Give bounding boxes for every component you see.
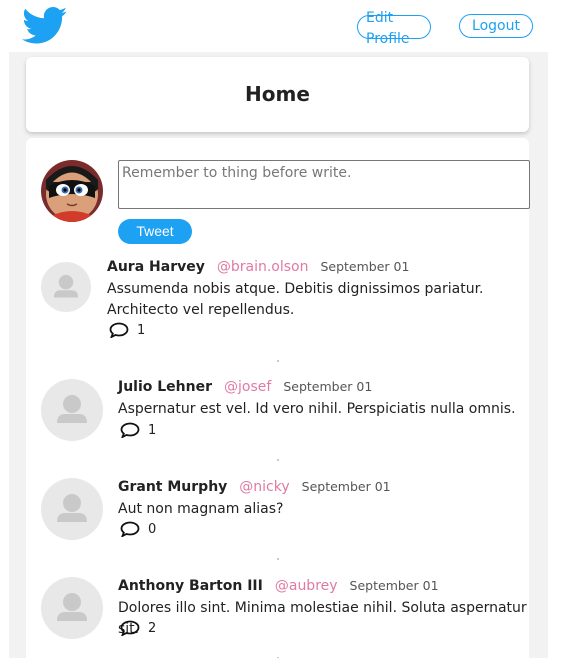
avatar-placeholder[interactable]	[41, 577, 103, 639]
feed: Tweet Aura Harvey @brain.olson September 0…	[26, 138, 530, 658]
divider	[277, 459, 279, 461]
home-header-card: Home	[26, 57, 529, 132]
comment-icon	[109, 322, 129, 338]
tweet-compose-input[interactable]	[118, 160, 530, 209]
top-bar: Edit Profile Logout	[0, 0, 571, 52]
tweet-date: September 01	[349, 578, 439, 593]
comment-count: 0	[148, 521, 157, 537]
tweet-item: Anthony Barton III @aubrey September 01 Do…	[26, 575, 529, 655]
logout-button[interactable]: Logout	[459, 14, 533, 38]
page-title: Home	[245, 82, 310, 106]
app: Edit Profile Logout Home Remember to thi…	[0, 0, 571, 658]
tweet-comments[interactable]: 0	[120, 521, 156, 537]
comment-icon	[120, 422, 140, 438]
tweet-author-handle[interactable]: @nicky	[239, 479, 289, 495]
current-user-avatar[interactable]	[41, 160, 103, 222]
comment-count: 1	[148, 422, 157, 438]
tweet-item: Grant Murphy @nicky September 01 Aut non m…	[26, 476, 529, 556]
tweet-author-name[interactable]: Grant Murphy	[118, 479, 227, 495]
tweet-text: Assumenda nobis atque. Debitis dignissim…	[107, 281, 484, 318]
tweet-author-name[interactable]: Julio Lehner	[118, 379, 212, 395]
user-silhouette-icon	[57, 593, 87, 621]
tweet-author-name[interactable]: Anthony Barton III	[118, 578, 263, 594]
tweet-date: September 01	[320, 259, 410, 274]
tweet-header: Grant Murphy @nicky September 01	[118, 479, 391, 495]
tweet-date: September 01	[283, 379, 373, 394]
tweet-text: Aspernatur est vel. Id vero nihil. Persp…	[118, 401, 516, 417]
tweet-item: Julio Lehner @josef September 01 Aspernatu…	[26, 376, 529, 456]
tweet-author-name[interactable]: Aura Harvey	[107, 259, 205, 275]
user-silhouette-icon	[57, 494, 87, 522]
user-silhouette-icon	[57, 395, 87, 423]
comment-icon	[120, 620, 140, 636]
tweet-comments[interactable]: 2	[120, 620, 156, 636]
tweet-button[interactable]: Tweet	[118, 219, 192, 244]
divider	[277, 558, 279, 560]
tweet-header: Anthony Barton III @aubrey September 01	[118, 578, 439, 594]
tweet-comments[interactable]: 1	[120, 422, 156, 438]
user-silhouette-icon	[53, 274, 79, 298]
comment-count: 1	[137, 322, 146, 338]
avatar-placeholder[interactable]	[41, 262, 91, 312]
tweet-item: Aura Harvey @brain.olson September 01 Assu…	[26, 256, 529, 356]
edit-profile-label: Edit Profile	[366, 10, 410, 47]
tweet-author-handle[interactable]: @brain.olson	[217, 259, 309, 275]
divider	[277, 360, 279, 362]
tweet-header: Julio Lehner @josef September 01	[118, 379, 372, 395]
tweet-author-handle[interactable]: @aubrey	[275, 578, 338, 594]
avatar-placeholder[interactable]	[41, 379, 103, 441]
twitter-bird-icon[interactable]	[22, 7, 68, 45]
edit-profile-button[interactable]: Edit Profile	[357, 10, 431, 47]
tweet-comments[interactable]: 1	[109, 322, 145, 338]
tweet-text: Dolores illo sint. Minima molestiae nihi…	[118, 600, 527, 637]
comment-icon	[120, 521, 140, 537]
comment-count: 2	[148, 620, 157, 636]
tweet-date: September 01	[301, 479, 391, 494]
tweet-text: Aut non magnam alias?	[118, 501, 284, 517]
tweet-author-handle[interactable]: @josef	[224, 379, 271, 395]
tweet-header: Aura Harvey @brain.olson September 01	[107, 259, 409, 275]
main-column: Home Remember to thing before write. Twe…	[9, 52, 548, 658]
avatar-placeholder[interactable]	[41, 478, 103, 540]
